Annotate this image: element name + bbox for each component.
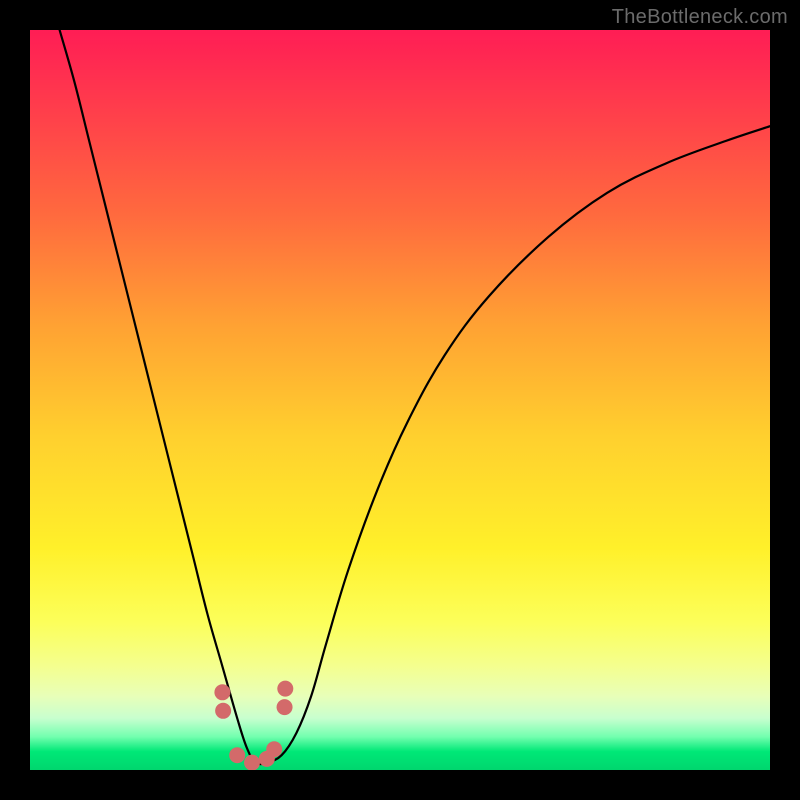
data-dot: [277, 681, 293, 697]
data-dot: [244, 755, 260, 770]
plot-area: [30, 30, 770, 770]
data-dot: [266, 741, 282, 757]
watermark-text: TheBottleneck.com: [612, 6, 788, 29]
chart-svg: [30, 30, 770, 770]
data-dot: [214, 684, 230, 700]
chart-frame: TheBottleneck.com: [0, 0, 800, 800]
data-dot: [229, 747, 245, 763]
data-dot: [277, 699, 293, 715]
data-dot: [215, 703, 231, 719]
curve-path: [60, 30, 770, 764]
